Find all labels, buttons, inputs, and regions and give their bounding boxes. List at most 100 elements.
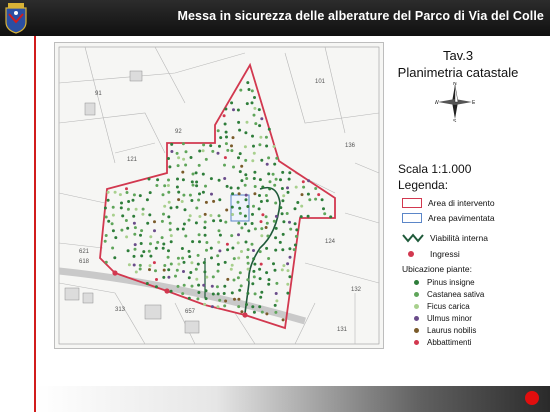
tree-symbol — [145, 282, 149, 285]
tree-symbol — [204, 200, 208, 204]
parcel-number: 92 — [175, 129, 182, 135]
tree-symbol — [156, 240, 160, 244]
tree-symbol — [197, 198, 201, 202]
tree-symbol — [267, 172, 271, 176]
entrance-marker-icon — [408, 251, 414, 257]
tree-symbol — [190, 180, 194, 184]
tree-symbol — [232, 257, 236, 261]
title-bar: Messa in sicurezza delle alberature del … — [0, 0, 550, 36]
tree-symbol — [146, 221, 150, 225]
tree-symbol — [147, 177, 151, 181]
tree-symbol — [225, 135, 228, 139]
tree-symbol — [174, 274, 177, 278]
species-dot-icon — [414, 316, 419, 321]
tree-symbol — [292, 248, 296, 252]
tree-symbol — [216, 269, 220, 273]
tree-symbol — [209, 214, 213, 217]
tree-symbol — [176, 256, 180, 260]
species-item: Abbattimenti — [414, 338, 471, 347]
tree-symbol — [238, 211, 242, 215]
tree-symbol — [272, 262, 275, 266]
tree-symbol — [287, 177, 291, 181]
tree-symbol — [274, 201, 278, 205]
red-outline-swatch — [402, 198, 422, 208]
tree-symbol — [260, 227, 264, 231]
tree-symbol — [163, 264, 167, 267]
tree-symbol — [295, 228, 299, 232]
tree-symbol — [243, 214, 247, 218]
tree-symbol — [265, 221, 269, 225]
tree-symbol — [177, 156, 181, 160]
tree-symbol — [168, 165, 172, 169]
tree-symbol — [253, 170, 257, 174]
tree-symbol — [274, 226, 278, 230]
tree-symbol — [237, 233, 240, 237]
tree-symbol — [163, 204, 167, 208]
tree-symbol — [191, 172, 195, 176]
tree-symbol — [273, 162, 277, 166]
tree-symbol — [307, 179, 311, 183]
tree-symbol — [258, 305, 262, 309]
tree-symbol — [265, 271, 269, 275]
tree-symbol — [197, 283, 201, 287]
tree-symbol — [156, 178, 160, 182]
tree-symbol — [198, 192, 201, 196]
tree-symbol — [148, 268, 151, 272]
tree-symbol — [286, 269, 290, 273]
tree-symbol — [271, 172, 275, 176]
tree-symbol — [244, 173, 248, 177]
tree-symbol — [308, 198, 312, 202]
tree-symbol — [245, 102, 249, 106]
tree-symbol — [169, 234, 173, 238]
tree-symbol — [104, 234, 108, 237]
tree-symbol — [107, 219, 111, 223]
tree-symbol — [266, 234, 270, 238]
tree-symbol — [147, 249, 151, 253]
tree-symbol — [264, 135, 268, 139]
tree-symbol — [168, 221, 172, 225]
tree-symbol — [160, 236, 164, 240]
tree-symbol — [252, 257, 256, 261]
tree-symbol — [203, 220, 207, 224]
tree-symbol — [296, 201, 300, 204]
tree-symbol — [274, 292, 278, 295]
species-label: Abbattimenti — [427, 338, 472, 347]
tree-symbol — [187, 249, 191, 253]
tree-symbol — [169, 240, 173, 244]
species-label: Laurus nobilis — [427, 326, 477, 335]
tree-symbol — [258, 178, 262, 182]
species-item: Laurus nobilis — [414, 326, 476, 335]
legend-panel: Tav.3 Planimetria catastale N S E W Scal… — [382, 42, 534, 347]
tree-symbol — [294, 185, 298, 189]
tree-symbol — [181, 256, 185, 260]
tree-symbol — [250, 101, 254, 105]
tree-symbol — [216, 254, 220, 258]
tree-symbol — [281, 199, 285, 203]
species-dot-icon — [414, 280, 419, 285]
tree-symbol — [286, 291, 290, 295]
parcel-number: 121 — [127, 157, 138, 163]
tree-symbol — [142, 250, 146, 254]
tree-symbol — [132, 214, 136, 218]
tree-symbol — [223, 260, 227, 264]
compass-n: N — [453, 82, 457, 87]
tree-symbol — [218, 249, 222, 253]
slide-marker-dot — [525, 391, 539, 405]
tree-symbol — [212, 219, 216, 223]
tree-symbol — [237, 297, 241, 301]
tree-symbol — [215, 285, 219, 289]
tree-symbol — [134, 270, 138, 274]
tree-symbol — [225, 184, 229, 188]
tree-symbol — [246, 81, 250, 85]
tree-symbol — [246, 255, 250, 259]
tree-symbol — [216, 292, 220, 296]
tree-symbol — [229, 186, 233, 190]
tree-symbol — [253, 185, 257, 188]
tree-symbol — [250, 242, 254, 246]
tree-symbol — [254, 122, 258, 126]
tree-symbol — [125, 235, 129, 239]
tree-symbol — [189, 156, 193, 159]
tree-symbol — [132, 193, 136, 197]
tree-symbol — [202, 143, 206, 147]
tree-symbol — [244, 193, 248, 197]
